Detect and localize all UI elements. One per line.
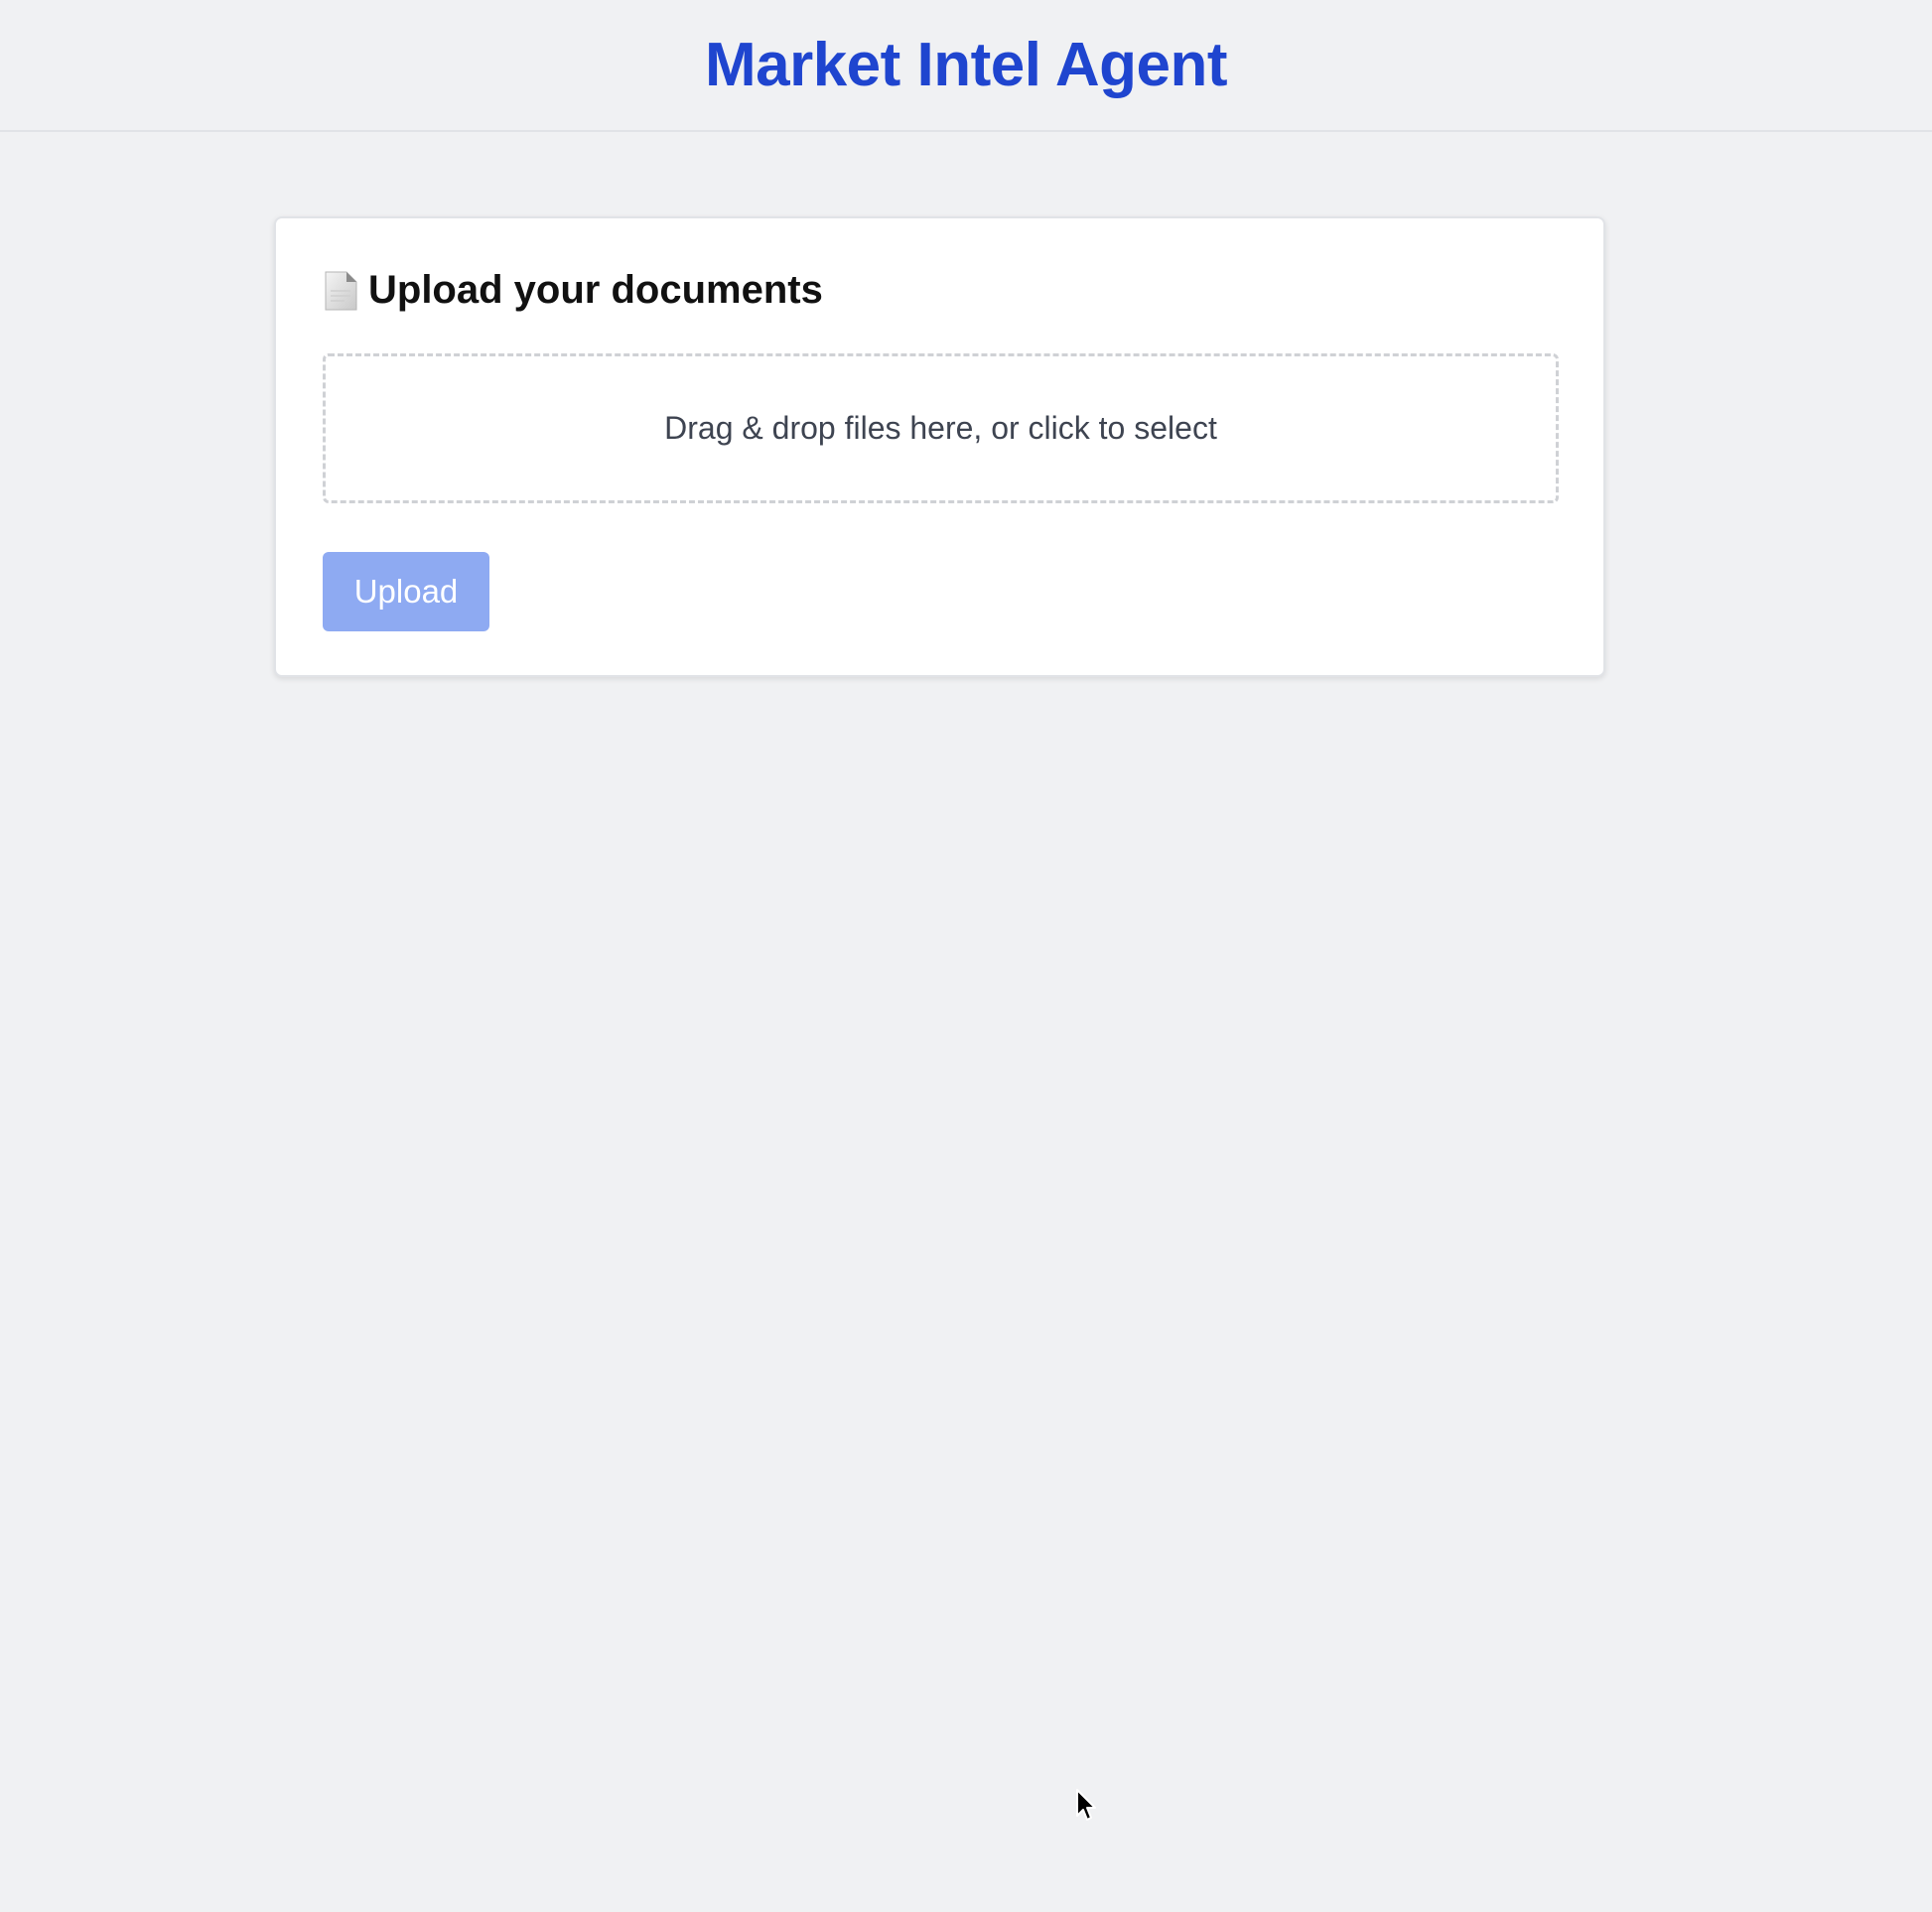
upload-card-heading: Upload your documents bbox=[323, 268, 823, 313]
upload-card: Upload your documents Drag & drop files … bbox=[274, 216, 1605, 677]
file-dropzone[interactable]: Drag & drop files here, or click to sele… bbox=[323, 353, 1559, 503]
dropzone-text: Drag & drop files here, or click to sele… bbox=[664, 410, 1217, 446]
app-header: Market Intel Agent bbox=[0, 0, 1932, 132]
document-icon bbox=[323, 271, 358, 311]
mouse-cursor-icon bbox=[1075, 1788, 1099, 1824]
app-title: Market Intel Agent bbox=[704, 31, 1228, 99]
upload-button[interactable]: Upload bbox=[323, 552, 489, 631]
upload-card-heading-text: Upload your documents bbox=[368, 268, 823, 312]
